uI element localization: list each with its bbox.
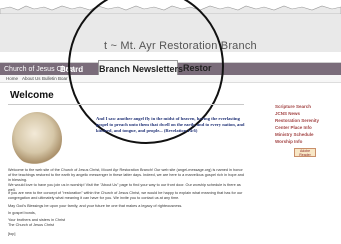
subnav-about-us[interactable]: About Us — [22, 75, 41, 83]
page-title: Welcome — [10, 90, 54, 101]
sidebar-item-center-place-info[interactable]: Center Place Info — [275, 124, 337, 131]
welcome-paragraph-3: If you are new to the concept of "restor… — [8, 191, 243, 200]
sidebar-item-restoration-serenity[interactable]: Restoration Serenity — [275, 117, 337, 124]
welcome-paragraph-4: May God's Blessings be upon your family,… — [8, 204, 183, 208]
sidebar: Scripture Search JCNS News Restoration S… — [275, 103, 337, 145]
angel-illustration — [12, 112, 62, 166]
tab-restoration[interactable]: Restor — [183, 60, 212, 76]
title-divider — [8, 104, 244, 105]
sidebar-item-jcns-news[interactable]: JCNS News — [275, 110, 337, 117]
adobe-reader-badge[interactable]: Adobe Reader — [294, 148, 316, 157]
subnav-home[interactable]: Home — [6, 75, 18, 83]
scripture-quote: And I saw another angel fly in the midst… — [96, 116, 245, 133]
sidebar-item-scripture-search[interactable]: Scripture Search — [275, 103, 337, 110]
tab-branch-newsletters[interactable]: Branch Newsletters — [98, 60, 183, 76]
subnav-bulletin-board[interactable]: Bulletin Boar — [42, 75, 68, 83]
site-title: t ~ Mt. Ayr Restoration Branch — [104, 40, 257, 52]
sidebar-item-ministry-schedule[interactable]: Ministry Schedule — [275, 131, 337, 138]
sub-navigation: Home About Us Bulletin Boar — [0, 75, 341, 83]
torn-page-edge — [0, 0, 341, 14]
welcome-paragraph-5: In gospel bonds, — [8, 211, 36, 215]
top-link[interactable]: [top] — [8, 232, 246, 237]
welcome-paragraph-7: The Church of Jesus Christ — [8, 223, 55, 227]
welcome-paragraph-1: Welcome to the web site of the Church of… — [8, 168, 244, 182]
sidebar-item-worship-info[interactable]: Worship Info — [275, 138, 337, 145]
